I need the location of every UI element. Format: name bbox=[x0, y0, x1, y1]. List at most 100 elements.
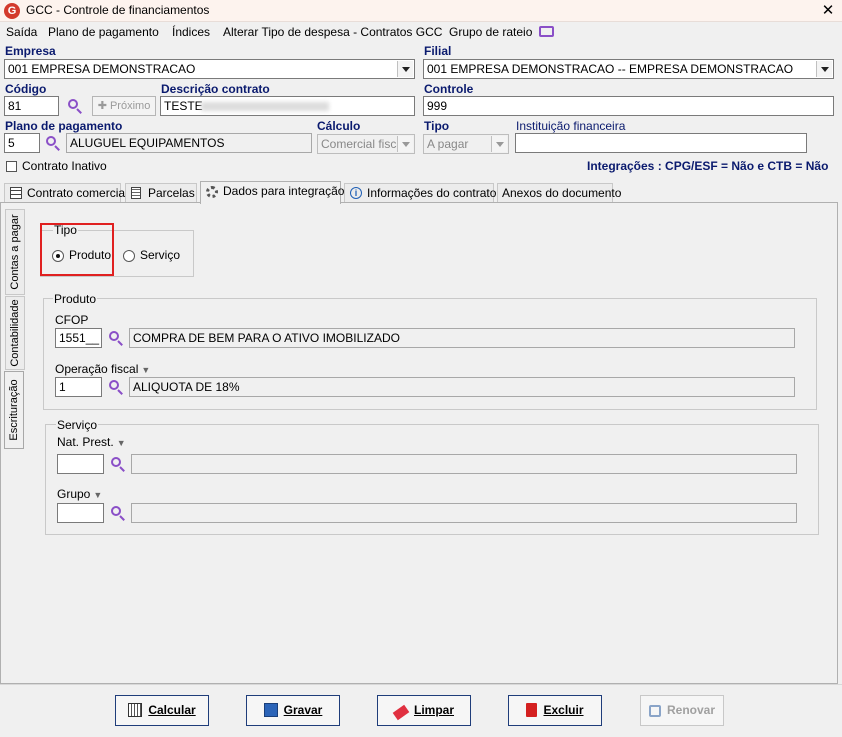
side-tab-label: Contabilidade bbox=[9, 299, 21, 367]
menu-alterar-tipo-despesa[interactable]: Alterar Tipo de despesa - Contratos GCC bbox=[223, 25, 442, 39]
controle-input[interactable]: 999 bbox=[423, 96, 834, 116]
info-icon: i bbox=[350, 187, 362, 199]
servico-radio[interactable] bbox=[123, 250, 135, 262]
calcular-button[interactable]: Calcular bbox=[115, 695, 209, 726]
app-logo-icon: G bbox=[4, 3, 20, 19]
descricao-label: Descrição contrato bbox=[161, 82, 270, 96]
arrow-down-icon: ▼ bbox=[93, 490, 103, 500]
codigo-label: Código bbox=[5, 82, 47, 96]
side-tab-label: Escrituração bbox=[8, 379, 20, 441]
search-icon[interactable] bbox=[110, 456, 126, 472]
plano-code-input[interactable]: 5 bbox=[4, 133, 40, 153]
plano-description: ALUGUEL EQUIPAMENTOS bbox=[66, 133, 312, 153]
search-icon[interactable] bbox=[108, 379, 124, 395]
nat-prest-description bbox=[131, 454, 797, 474]
menu-indices[interactable]: Índices bbox=[172, 25, 210, 39]
calculo-select[interactable]: Comercial fiscal bbox=[317, 134, 415, 154]
search-icon[interactable] bbox=[45, 135, 61, 151]
nat-prest-label-text: Nat. Prest. bbox=[57, 435, 114, 449]
chevron-down-icon[interactable] bbox=[397, 61, 413, 77]
plano-label: Plano de pagamento bbox=[5, 119, 123, 133]
document-icon bbox=[131, 187, 141, 199]
tab-parcelas[interactable]: Parcelas bbox=[125, 183, 197, 203]
instituicao-input[interactable] bbox=[515, 133, 807, 153]
proximo-button[interactable]: ✚ Próximo bbox=[92, 96, 156, 116]
search-icon[interactable] bbox=[110, 505, 126, 521]
close-icon[interactable]: ✕ bbox=[818, 0, 838, 22]
title-bar: G GCC - Controle de financiamentos ✕ bbox=[0, 0, 842, 22]
gravar-label: Gravar bbox=[283, 703, 323, 717]
tab-bar: Contrato comercial Parcelas Dados para i… bbox=[0, 181, 842, 204]
servico-group-legend: Serviço bbox=[56, 418, 99, 432]
filial-label: Filial bbox=[424, 44, 452, 58]
search-icon[interactable] bbox=[108, 330, 124, 346]
empresa-select[interactable]: 001 EMPRESA DEMONSTRACAO bbox=[4, 59, 415, 79]
calculo-label: Cálculo bbox=[317, 119, 361, 133]
produto-group-legend: Produto bbox=[53, 292, 98, 306]
nat-prest-input[interactable] bbox=[57, 454, 104, 474]
side-tab-label: Contas a pagar bbox=[9, 214, 21, 290]
menu-saida[interactable]: Saída bbox=[6, 25, 37, 39]
menu-plano-pagamento[interactable]: Plano de pagamento bbox=[48, 25, 159, 39]
descricao-input[interactable]: TESTE bbox=[160, 96, 415, 116]
filial-value: 001 EMPRESA DEMONSTRACAO -- EMPRESA DEMO… bbox=[427, 62, 794, 76]
instituicao-label: Instituição financeira bbox=[516, 119, 626, 133]
trash-icon bbox=[526, 703, 538, 717]
grupo-label: Grupo ▼ bbox=[57, 487, 102, 501]
gravar-button[interactable]: Gravar bbox=[246, 695, 340, 726]
tab-label: Anexos do documento bbox=[502, 186, 622, 200]
chevron-down-icon[interactable] bbox=[397, 136, 413, 152]
grupo-input[interactable] bbox=[57, 503, 104, 523]
tipo-value: A pagar bbox=[427, 137, 469, 151]
highlight-box bbox=[40, 223, 114, 276]
chevron-down-icon[interactable] bbox=[491, 136, 507, 152]
tab-label: Dados para integração bbox=[223, 184, 345, 198]
arrow-down-icon: ▼ bbox=[116, 438, 126, 448]
tab-informacoes-contrato[interactable]: i Informações do contrato bbox=[344, 183, 496, 203]
limpar-button[interactable]: Limpar bbox=[377, 695, 471, 726]
contrato-inativo-checkbox[interactable] bbox=[6, 161, 17, 172]
filial-select[interactable]: 001 EMPRESA DEMONSTRACAO -- EMPRESA DEMO… bbox=[423, 59, 834, 79]
menu-grupo-rateio[interactable]: Grupo de rateio bbox=[449, 25, 532, 39]
nat-prest-label: Nat. Prest. ▼ bbox=[57, 435, 126, 449]
copy-icon bbox=[648, 705, 661, 717]
monitor-icon[interactable] bbox=[539, 26, 554, 37]
grupo-description bbox=[131, 503, 797, 523]
cfop-label: CFOP bbox=[55, 313, 89, 327]
side-tab-escrituracao[interactable]: Escrituração bbox=[4, 371, 24, 449]
codigo-input[interactable]: 81 bbox=[4, 96, 59, 116]
tab-dados-integracao[interactable]: Dados para integração bbox=[200, 181, 345, 204]
side-tab-contabilidade[interactable]: Contabilidade bbox=[5, 296, 25, 370]
descricao-value: TESTE bbox=[164, 99, 203, 113]
tab-anexos-documento[interactable]: Anexos do documento bbox=[497, 183, 621, 203]
proximo-label: Próximo bbox=[109, 100, 151, 112]
calculator-icon bbox=[128, 703, 143, 717]
excluir-button[interactable]: Excluir bbox=[508, 695, 602, 726]
renovar-button[interactable]: Renovar bbox=[640, 695, 724, 726]
contrato-inativo-label: Contrato Inativo bbox=[22, 159, 107, 173]
calcular-label: Calcular bbox=[148, 703, 196, 717]
servico-radio-label: Serviço bbox=[140, 248, 181, 262]
grupo-label-text: Grupo bbox=[57, 487, 91, 501]
table-icon bbox=[10, 187, 22, 199]
side-tab-contas-pagar[interactable]: Contas a pagar bbox=[5, 209, 25, 295]
integracoes-status: Integrações : CPG/ESF = Não e CTB = Não bbox=[587, 159, 829, 173]
plus-icon: ✚ bbox=[97, 100, 110, 112]
eraser-icon bbox=[392, 704, 410, 721]
empresa-label: Empresa bbox=[5, 44, 56, 58]
chevron-down-icon[interactable] bbox=[816, 61, 832, 77]
arrow-down-icon: ▼ bbox=[141, 365, 151, 375]
gear-icon bbox=[206, 186, 218, 198]
window-title: GCC - Controle de financiamentos bbox=[26, 3, 210, 17]
empresa-value: 001 EMPRESA DEMONSTRACAO bbox=[8, 62, 196, 76]
cfop-input[interactable]: 1551__ bbox=[55, 328, 102, 348]
tipo-select[interactable]: A pagar bbox=[423, 134, 509, 154]
excluir-label: Excluir bbox=[543, 703, 584, 717]
tab-label: Contrato comercial bbox=[27, 186, 128, 200]
operacao-label-text: Operação fiscal bbox=[55, 362, 139, 376]
tab-panel: Contas a pagar Contabilidade Escrituraçã… bbox=[0, 202, 838, 684]
operacao-description: ALIQUOTA DE 18% bbox=[129, 377, 795, 397]
operacao-input[interactable]: 1 bbox=[55, 377, 102, 397]
tab-contrato-comercial[interactable]: Contrato comercial bbox=[4, 183, 128, 203]
search-icon[interactable] bbox=[67, 98, 83, 114]
